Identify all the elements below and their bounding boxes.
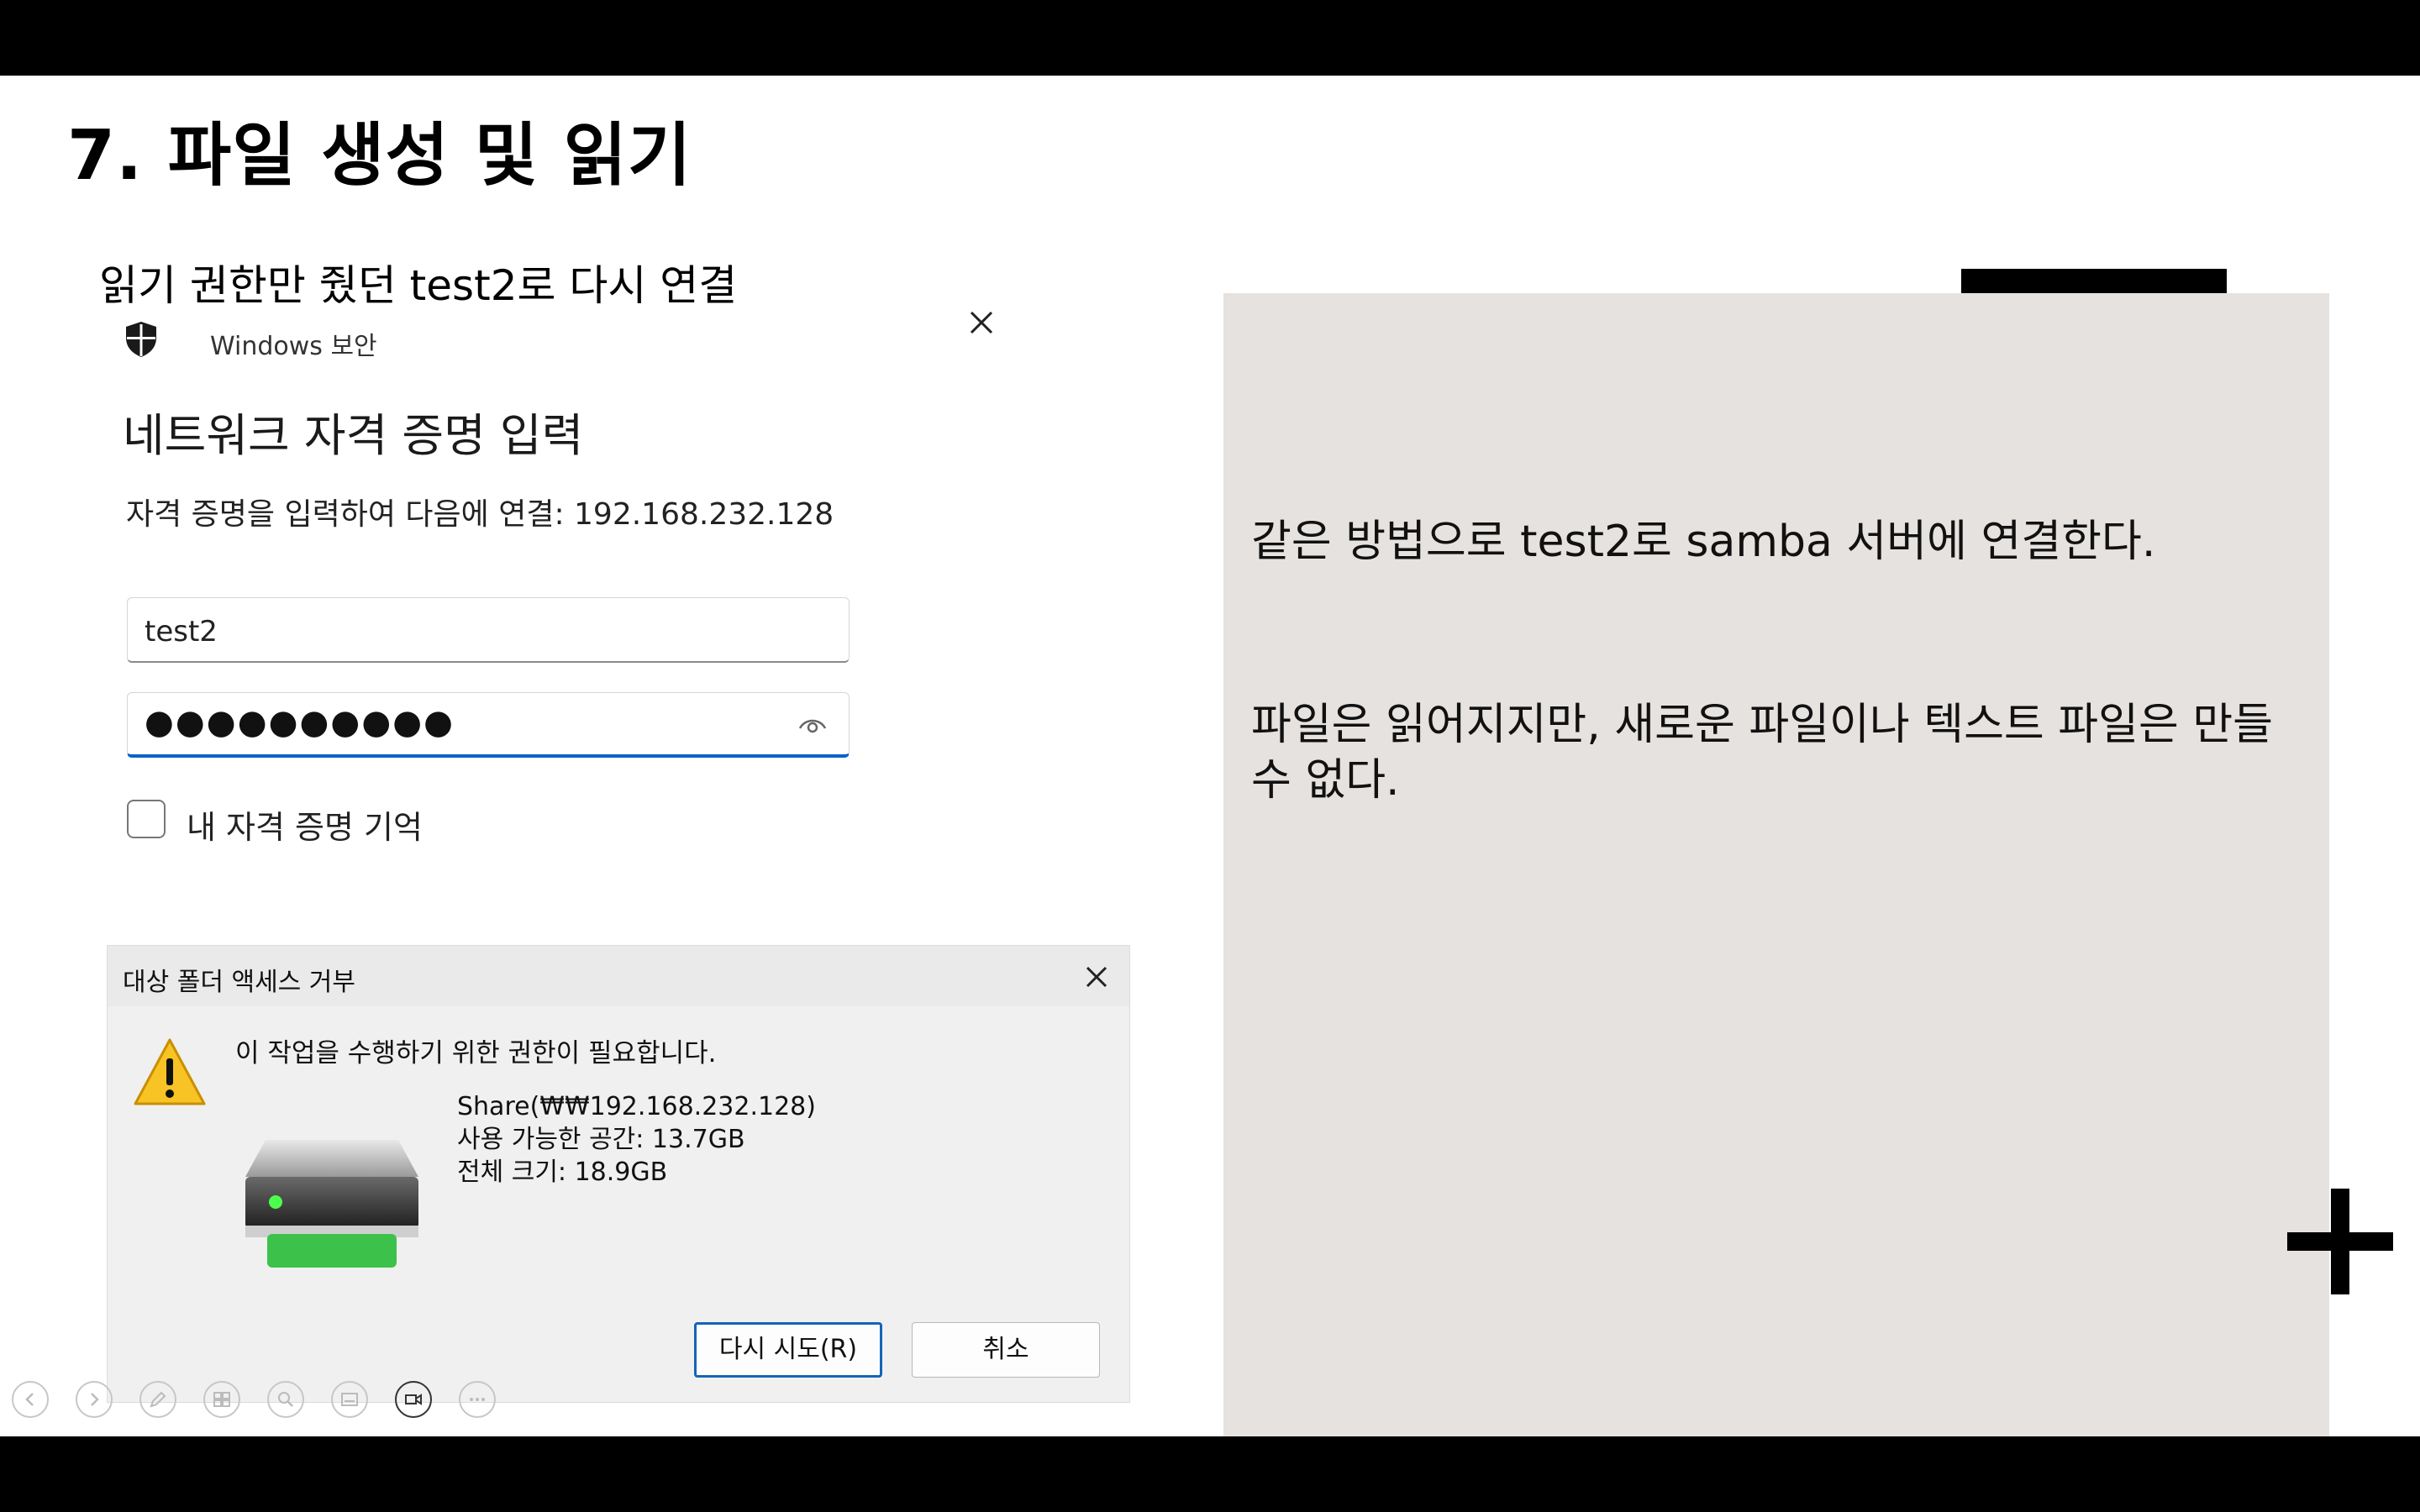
credential-title: 네트워크 자격 증명 입력 xyxy=(123,409,584,462)
panel-text-2: 파일은 읽어지지만, 새로운 파일이나 텍스트 파일은 만들 수 없다. xyxy=(1251,700,2274,806)
shield-icon xyxy=(126,322,156,357)
reveal-password-icon[interactable] xyxy=(798,715,827,735)
password-value: ●●●●●●●●●● xyxy=(145,703,455,742)
close-icon[interactable] xyxy=(1082,963,1111,991)
slides-icon xyxy=(213,1392,230,1407)
previous-slide-button[interactable] xyxy=(12,1381,49,1418)
dialog-titlebar: 대상 폴더 액세스 거부 xyxy=(108,946,1129,1006)
remember-credentials-checkbox[interactable] xyxy=(127,800,166,838)
more-options-button[interactable] xyxy=(459,1381,496,1418)
cancel-button[interactable]: 취소 xyxy=(912,1322,1100,1378)
username-field[interactable]: test2 xyxy=(127,597,850,663)
drive-free-space: 사용 가능한 공간: 13.7GB xyxy=(457,1125,745,1154)
dialog-title: 대상 폴더 액세스 거부 xyxy=(123,968,356,997)
subtitles-icon xyxy=(341,1393,358,1406)
warning-icon xyxy=(134,1038,206,1105)
plus-icon xyxy=(2287,1189,2393,1294)
pen-icon xyxy=(150,1391,166,1408)
presentation-slide: 7. 파일 생성 및 읽기 읽기 권한만 줬던 test2로 다시 연결 Win… xyxy=(0,76,2420,1436)
pen-button[interactable] xyxy=(139,1381,176,1418)
camera-button[interactable] xyxy=(395,1381,432,1418)
retry-button[interactable]: 다시 시도(R) xyxy=(694,1322,882,1378)
drive-name: Share(₩₩192.168.232.128) xyxy=(457,1092,816,1121)
subtitles-button[interactable] xyxy=(331,1381,368,1418)
zoom-icon xyxy=(278,1392,293,1407)
text-panel xyxy=(1223,293,2329,1436)
windows-security-label: Windows 보안 xyxy=(210,332,377,361)
drive-total-size: 전체 크기: 18.9GB xyxy=(457,1158,668,1187)
camera-icon xyxy=(405,1394,422,1405)
next-icon xyxy=(91,1393,99,1406)
more-icon xyxy=(470,1398,485,1401)
close-icon[interactable] xyxy=(965,306,998,339)
password-field[interactable]: ●●●●●●●●●● xyxy=(127,692,850,758)
prev-icon xyxy=(25,1393,34,1406)
bottom-letterbox xyxy=(0,1436,2420,1512)
username-value: test2 xyxy=(145,615,218,648)
credential-description: 자격 증명을 입력하여 다음에 연결: 192.168.232.128 xyxy=(126,497,834,532)
next-slide-button[interactable] xyxy=(76,1381,113,1418)
panel-text-1: 같은 방법으로 test2로 samba 서버에 연결한다. xyxy=(1251,517,2156,567)
drive-info: Share(₩₩192.168.232.128) 사용 가능한 공간: 13.7… xyxy=(457,1090,816,1189)
zoom-button[interactable] xyxy=(267,1381,304,1418)
access-denied-dialog: 대상 폴더 액세스 거부 이 작업을 수행하기 위한 권한이 필요합니다. Sh… xyxy=(107,945,1130,1403)
decorative-tab xyxy=(1961,269,2227,294)
top-letterbox xyxy=(0,0,2420,76)
network-drive-icon xyxy=(245,1140,418,1268)
slide-subtitle: 읽기 권한만 줬던 test2로 다시 연결 xyxy=(99,261,738,310)
dialog-message: 이 작업을 수행하기 위한 권한이 필요합니다. xyxy=(235,1038,717,1068)
slide-title: 7. 파일 생성 및 읽기 xyxy=(67,116,692,196)
remember-credentials-label: 내 자격 증명 기억 xyxy=(187,809,423,846)
see-all-slides-button[interactable] xyxy=(203,1381,240,1418)
